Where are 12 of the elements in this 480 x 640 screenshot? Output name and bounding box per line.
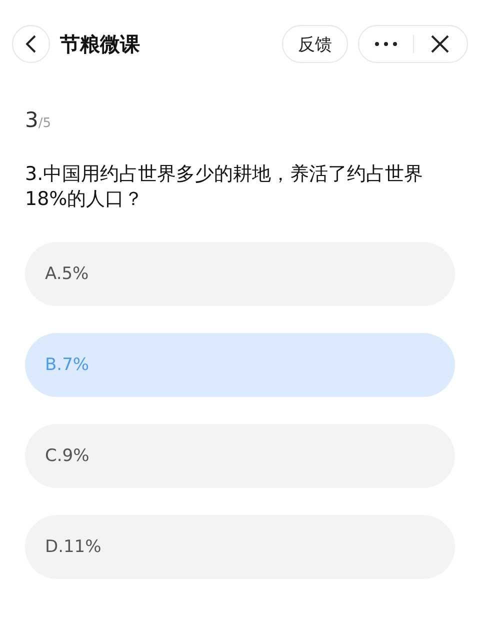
answer-option[interactable]: A.5% — [25, 242, 455, 306]
page-title: 节粮微课 — [60, 30, 141, 58]
back-icon — [26, 35, 36, 53]
answer-option[interactable]: C.9% — [25, 424, 455, 488]
feedback-button[interactable]: 反馈 — [282, 25, 348, 63]
question-total: /5 — [38, 116, 52, 131]
answer-option[interactable]: D.11% — [25, 515, 455, 579]
question-number: 3 — [25, 108, 38, 132]
more-icon — [374, 42, 397, 46]
back-button[interactable] — [12, 25, 50, 63]
question-text: 3.中国用约占世界多少的耕地，养活了约占世界18%的人口？ — [25, 162, 424, 212]
close-icon — [431, 35, 450, 53]
